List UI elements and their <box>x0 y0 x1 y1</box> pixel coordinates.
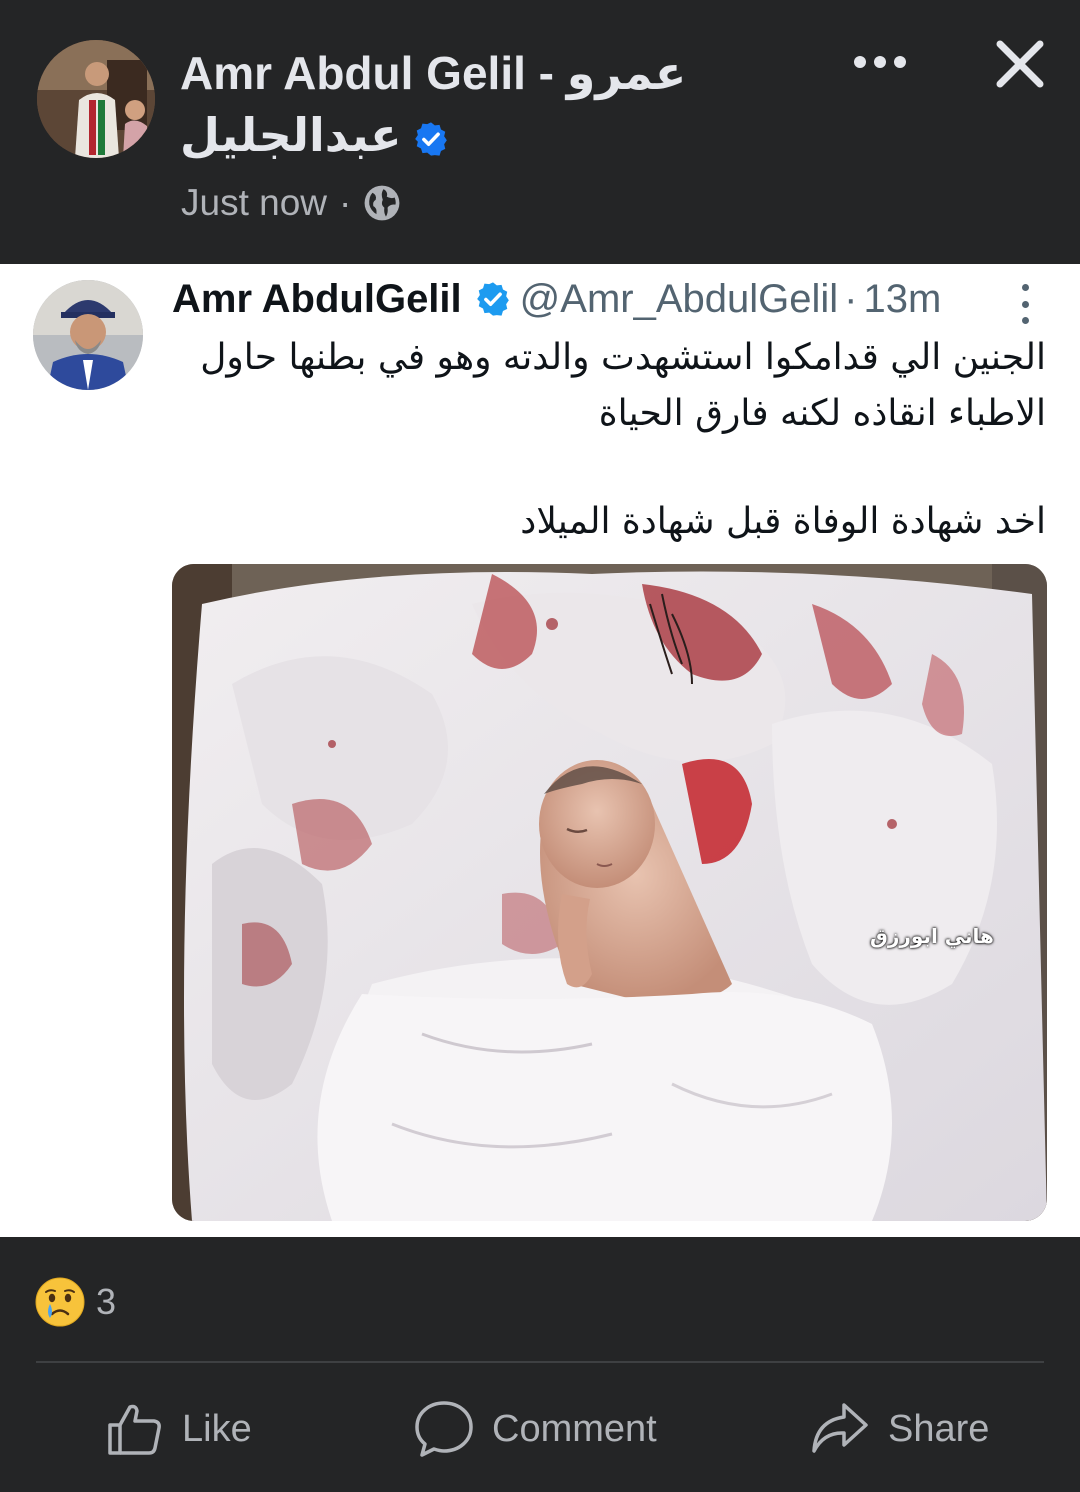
verified-badge-icon <box>476 282 509 316</box>
author-name-line1: Amr Abdul Gelil - عمرو <box>180 47 687 99</box>
meta-separator: · <box>339 182 352 223</box>
tweet-text-line: الجنين الي قدامكوا استشهدت والدته وهو في… <box>200 337 1046 378</box>
comment-label: Comment <box>492 1407 657 1450</box>
photo-watermark: هاني ابورزق <box>870 924 994 948</box>
dot-icon <box>854 56 866 68</box>
tweet-text-line: اخد شهادة الوفاة قبل شهادة الميلاد <box>520 501 1046 542</box>
post-meta: Just now · <box>181 180 401 226</box>
tweet-author-avatar <box>33 280 143 390</box>
tweet-photo: هاني ابورزق <box>172 564 1047 1221</box>
tweet-more-icon <box>1016 284 1034 324</box>
author-name-line2: عبدالجليل <box>180 109 402 161</box>
tweet-author-handle: @Amr_AbdulGelil <box>519 276 839 321</box>
tweet-header: Amr AbdulGelil @Amr_AbdulGelil · 13m <box>172 276 1052 322</box>
tweet-separator: · <box>844 276 858 321</box>
crying-face-icon <box>35 1277 85 1327</box>
thumbs-up-icon <box>108 1404 161 1455</box>
reaction-count: 3 <box>96 1281 117 1322</box>
tweet-author-name: Amr AbdulGelil <box>172 276 462 321</box>
author-name[interactable]: Amr Abdul Gelil - عمرو عبدالجليل <box>180 42 700 166</box>
share-label: Share <box>888 1407 990 1450</box>
post-header: Amr Abdul Gelil - عمرو عبدالجليل Just no… <box>0 0 1080 264</box>
dot-icon <box>894 56 906 68</box>
like-label: Like <box>182 1407 252 1450</box>
tweet-text-line: الاطباء انقاذه لكنه فارق الحياة <box>598 393 1046 434</box>
author-avatar[interactable] <box>37 40 155 158</box>
like-button[interactable]: Like <box>104 1398 252 1460</box>
tweet-text: الجنين الي قدامكوا استشهدت والدته وهو في… <box>166 330 1046 550</box>
author-avatar-image <box>37 40 155 158</box>
close-icon[interactable] <box>990 34 1050 94</box>
post-timestamp[interactable]: Just now <box>181 182 327 224</box>
more-options-button[interactable] <box>848 44 912 80</box>
tweet-photo-image <box>172 564 1047 1221</box>
comment-button[interactable]: Comment <box>414 1398 657 1460</box>
share-button[interactable]: Share <box>810 1398 989 1460</box>
share-arrow-icon <box>812 1403 868 1453</box>
comment-bubble-icon <box>415 1401 473 1457</box>
globe-icon[interactable] <box>363 184 401 222</box>
reactions-summary[interactable]: 3 <box>34 1276 116 1328</box>
tweet-time: 13m <box>863 276 942 321</box>
divider <box>36 1361 1044 1363</box>
dot-icon <box>874 56 886 68</box>
verified-badge-icon <box>414 122 447 156</box>
tweet-author-avatar-image <box>33 280 143 390</box>
embedded-tweet-screenshot[interactable]: Amr AbdulGelil @Amr_AbdulGelil · 13m الج… <box>0 264 1080 1237</box>
